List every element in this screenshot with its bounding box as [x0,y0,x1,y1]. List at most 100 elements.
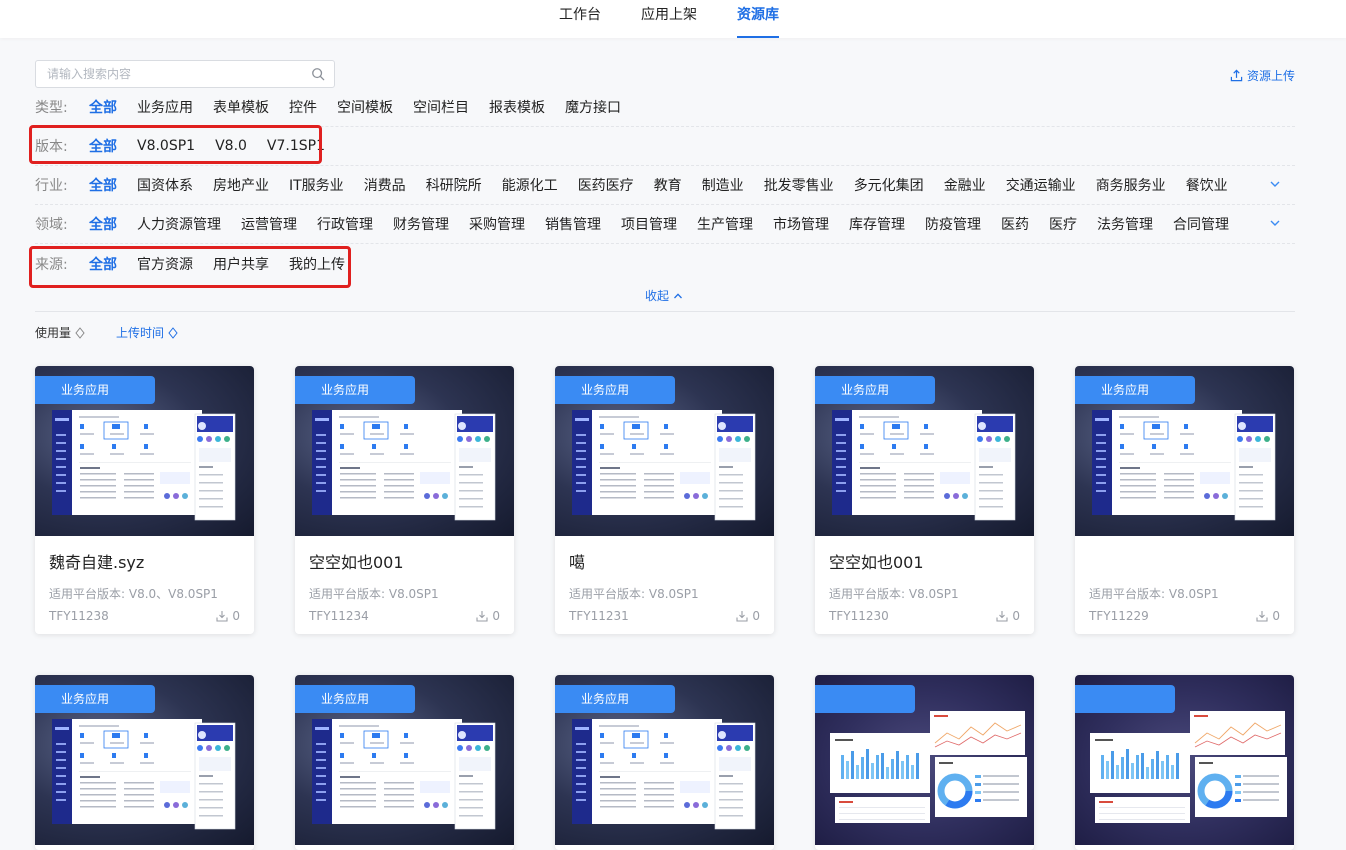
app-preview-illustration [52,719,236,830]
filter-domain-option[interactable]: 库存管理 [849,214,905,234]
app-preview-illustration [1092,410,1276,521]
filter-industry-option[interactable]: 多元化集团 [854,175,924,195]
filter-industry-option[interactable]: 房地产业 [213,175,269,195]
card-thumbnail [815,675,1034,845]
card-title: 噶 [569,553,586,572]
filter-domain-option[interactable]: 全部 [89,214,117,234]
filter-industry-option[interactable]: 能源化工 [502,175,558,195]
resource-card[interactable]: 业务应用 [35,675,254,850]
chart-preview-illustration [830,711,1027,823]
resource-card[interactable]: 业务应用 空空如也001 适用平台版本: V8.0SP1 TFY11234 0 [295,366,514,634]
filter-source-option[interactable]: 全部 [89,254,117,274]
filter-source-option[interactable]: 官方资源 [137,254,193,274]
card-download-count[interactable]: 0 [476,609,500,623]
filter-domain-option[interactable]: 财务管理 [393,214,449,234]
chevron-down-icon[interactable] [1269,178,1281,190]
filter-version-option[interactable]: V7.1SP1 [267,138,325,154]
resource-card[interactable]: 业务应用 空空如也001 适用平台版本: V8.0SP1 TFY11230 0 [815,366,1034,634]
resource-card[interactable] [1075,675,1294,850]
filter-domain-option[interactable]: 生产管理 [697,214,753,234]
tab-workbench[interactable]: 工作台 [559,6,601,38]
filter-domain-option[interactable]: 法务管理 [1097,214,1153,234]
sort-usage-button[interactable]: 使用量 [35,324,85,341]
filter-industry-option[interactable]: 全部 [89,175,117,195]
card-thumbnail: 业务应用 [295,366,514,536]
sort-upload-time-button[interactable]: 上传时间 [116,324,178,341]
filter-domain-option[interactable]: 采购管理 [469,214,525,234]
card-thumbnail: 业务应用 [35,675,254,845]
filter-domain-option[interactable]: 医疗 [1049,214,1077,234]
filter-industry-option[interactable]: 国资体系 [137,175,193,195]
resource-card[interactable]: 业务应用 适用平台版本: V8.0SP1 TFY11229 0 [1075,366,1294,634]
chevron-down-icon[interactable] [1269,217,1281,229]
resource-card[interactable] [815,675,1034,850]
filter-industry-option[interactable]: 餐饮业 [1186,175,1228,195]
filter-industry-option[interactable]: 交通运输业 [1006,175,1076,195]
card-thumbnail: 业务应用 [815,366,1034,536]
filter-domain-option[interactable]: 市场管理 [773,214,829,234]
filter-version-row: 版本: 全部 V8.0SP1 V8.0 V7.1SP1 [35,127,1295,166]
filter-type-option[interactable]: 业务应用 [137,97,193,117]
download-icon [1256,611,1268,622]
card-download-count[interactable]: 0 [216,609,240,623]
filter-version-option[interactable]: 全部 [89,136,117,156]
sort-icon [168,326,178,339]
filter-domain-option[interactable]: 项目管理 [621,214,677,234]
card-type-badge: 业务应用 [555,376,675,404]
resource-card[interactable]: 业务应用噶适用平台版本: V8.0SP1 TFY11231 0 [555,366,774,634]
sort-upload-time-label: 上传时间 [116,326,165,340]
card-code: TFY11230 [829,609,889,623]
filter-industry-option[interactable]: 制造业 [702,175,744,195]
filter-source-option[interactable]: 我的上传 [289,254,345,274]
filter-industry-option[interactable]: 科研院所 [426,175,482,195]
filter-type-option[interactable]: 空间模板 [337,97,393,117]
app-preview-illustration [52,410,236,521]
filter-version-option[interactable]: V8.0SP1 [137,138,195,154]
filter-domain-option[interactable]: 运营管理 [241,214,297,234]
filter-domain-option[interactable]: 销售管理 [545,214,601,234]
card-thumbnail: 业务应用 [1075,366,1294,536]
top-nav: 工作台 应用上架 资源库 [0,0,1346,38]
filter-industry-option[interactable]: 医药医疗 [578,175,634,195]
filter-type-option[interactable]: 报表模板 [489,97,545,117]
filter-industry-option[interactable]: 消费品 [364,175,406,195]
resource-card[interactable]: 业务应用 魏奇自建.syz 适用平台版本: V8.0、V8.0SP1 TFY11238… [35,366,254,634]
filter-version-option[interactable]: V8.0 [215,138,247,154]
filter-type-option[interactable]: 空间栏目 [413,97,469,117]
card-download-count[interactable]: 0 [996,609,1020,623]
card-type-badge: 业务应用 [35,376,155,404]
filter-industry-option[interactable]: 金融业 [944,175,986,195]
tab-resource-library[interactable]: 资源库 [737,6,779,38]
filter-type-option[interactable]: 表单模板 [213,97,269,117]
card-download-count[interactable]: 0 [1256,609,1280,623]
tab-app-listing[interactable]: 应用上架 [641,6,697,38]
card-type-badge: 业务应用 [1075,376,1195,404]
filter-domain-option[interactable]: 行政管理 [317,214,373,234]
filter-type-option[interactable]: 全部 [89,97,117,117]
collapse-button[interactable]: 收起 [645,287,683,304]
filter-industry-label: 行业: [35,178,68,194]
resource-card[interactable]: 业务应用 [295,675,514,850]
card-type-badge: 业务应用 [815,376,935,404]
card-download-count[interactable]: 0 [736,609,760,623]
filter-type-option[interactable]: 控件 [289,97,317,117]
filter-industry-option[interactable]: IT服务业 [289,175,344,195]
filter-domain-option[interactable]: 人力资源管理 [137,214,221,234]
filter-domain-option[interactable]: 防疫管理 [925,214,981,234]
filter-type-option[interactable]: 魔方接口 [565,97,621,117]
resource-card[interactable]: 业务应用 [555,675,774,850]
search-icon[interactable] [311,67,325,81]
filter-domain-option[interactable]: 合同管理 [1173,214,1229,234]
app-preview-illustration [572,410,756,521]
sort-icon [75,326,85,339]
filter-industry-option[interactable]: 商务服务业 [1096,175,1166,195]
filter-domain-option[interactable]: 医药 [1001,214,1029,234]
download-icon [216,611,228,622]
filter-industry-option[interactable]: 教育 [654,175,682,195]
filter-source-option[interactable]: 用户共享 [213,254,269,274]
card-platform-version: 适用平台版本: V8.0SP1 [1089,587,1219,601]
search-input[interactable] [36,61,296,87]
filter-industry-option[interactable]: 批发零售业 [764,175,834,195]
app-preview-illustration [312,410,496,521]
resource-upload-button[interactable]: 资源上传 [1230,67,1295,84]
